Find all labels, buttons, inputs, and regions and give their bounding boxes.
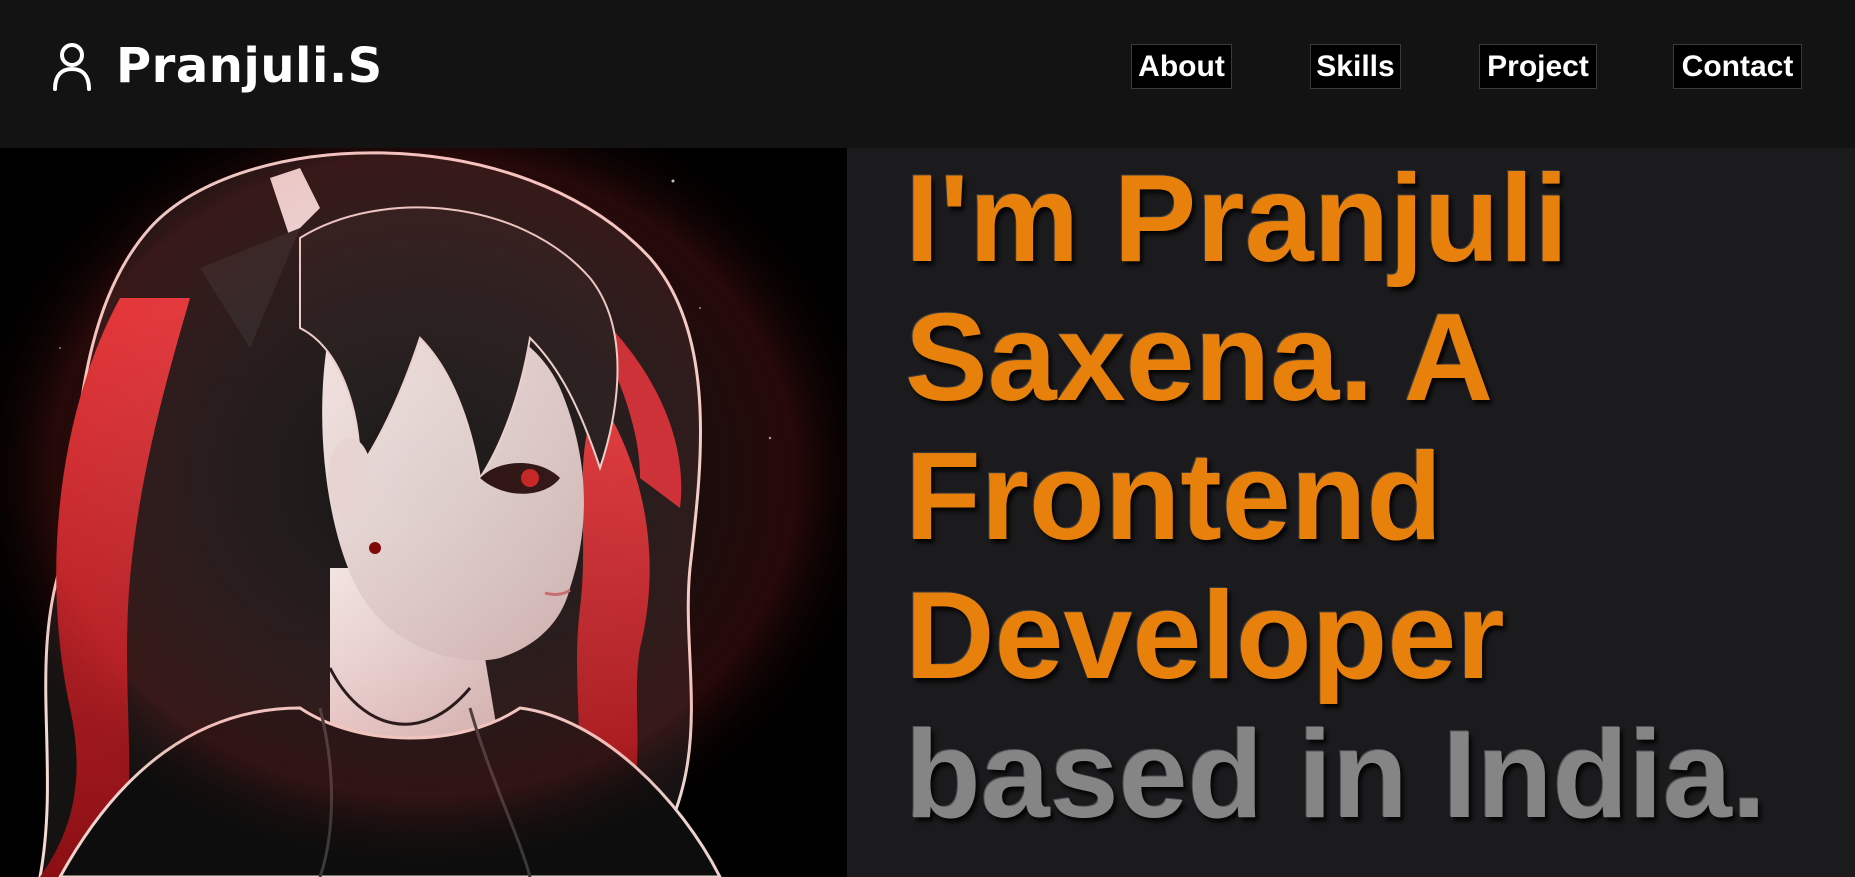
nav-link-contact[interactable]: Contact: [1673, 44, 1802, 89]
hero-line: Developer: [905, 567, 1505, 705]
hero-line: I'm Pranjuli: [905, 150, 1569, 288]
nav-link-project[interactable]: Project: [1479, 44, 1597, 89]
navbar: Pranjuli.S About Skills Project Contact: [0, 0, 1855, 148]
hero-line: Frontend: [905, 428, 1443, 566]
hero-line: Saxena. A: [905, 289, 1494, 427]
nav-link-about[interactable]: About: [1131, 44, 1232, 89]
nav-link-skills[interactable]: Skills: [1310, 44, 1401, 89]
nav-links: About Skills Project Contact: [0, 44, 1855, 90]
hero-line-location: based in India.: [905, 706, 1767, 844]
hero-heading: I'm Pranjuli Saxena. A Frontend Develope…: [905, 150, 1825, 845]
hero-portrait-image: [0, 148, 847, 877]
